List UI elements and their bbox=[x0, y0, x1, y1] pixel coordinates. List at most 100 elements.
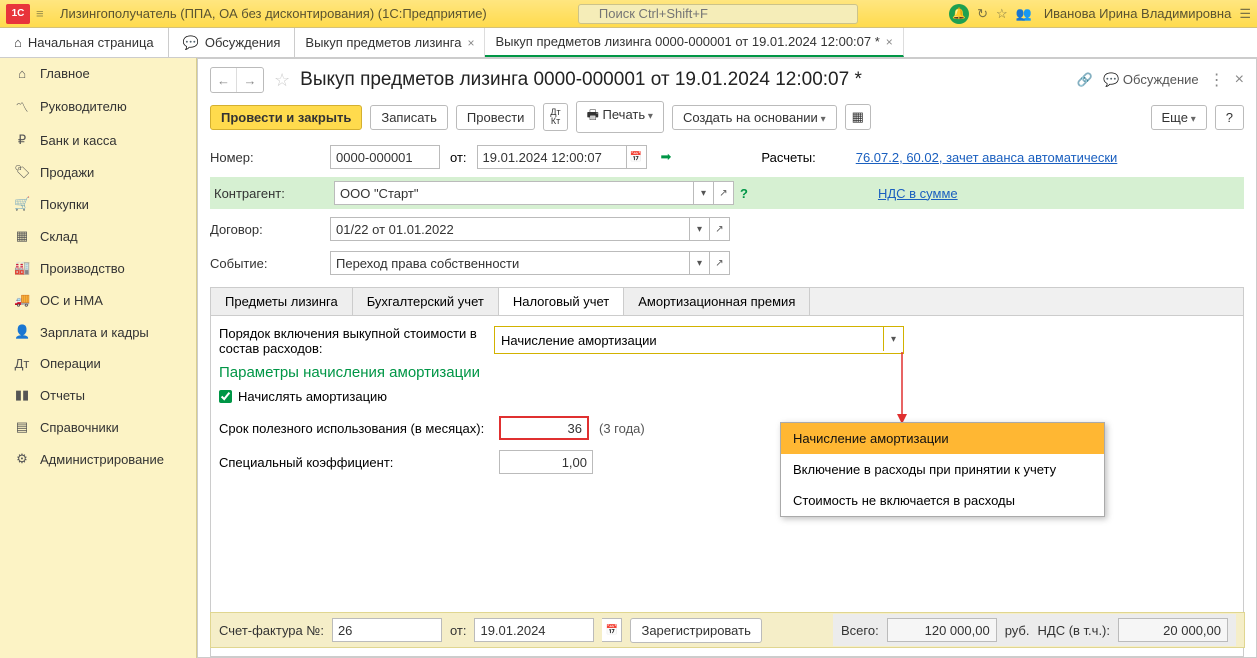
nav-arrows[interactable]: ←→ bbox=[210, 67, 264, 93]
event-label: Событие: bbox=[210, 256, 330, 271]
accrue-checkbox-input[interactable] bbox=[219, 390, 232, 403]
print-button[interactable]: 🖶 Печать bbox=[576, 101, 664, 133]
tab-doc-list[interactable]: Выкуп предметов лизинга× bbox=[295, 28, 485, 57]
sidebar-item[interactable]: ▦Склад bbox=[0, 220, 196, 252]
settlements-label: Расчеты: bbox=[761, 150, 815, 165]
warehouse-icon: ▦ bbox=[14, 228, 30, 244]
history-icon[interactable]: ↻ bbox=[977, 6, 988, 22]
layout-button[interactable]: ▦ bbox=[845, 104, 871, 130]
close-icon[interactable]: × bbox=[1235, 71, 1244, 89]
sidebar-item[interactable]: 👤Зарплата и кадры bbox=[0, 316, 196, 348]
link-icon[interactable]: 🔗 bbox=[1077, 72, 1093, 88]
sidebar-item[interactable]: 🏭Производство bbox=[0, 252, 196, 284]
app-title: Лизингополучатель (ППА, ОА без дисконтир… bbox=[60, 6, 487, 21]
open-icon[interactable]: ↗ bbox=[710, 251, 730, 275]
sidebar-item[interactable]: ₽Банк и касса bbox=[0, 124, 196, 156]
open-icon[interactable]: ↗ bbox=[714, 181, 734, 205]
chevron-down-icon[interactable]: ▾ bbox=[883, 327, 903, 351]
counterparty-input[interactable] bbox=[334, 181, 694, 205]
sidebar-item[interactable]: ДтОперации bbox=[0, 348, 196, 379]
sidebar-item[interactable]: ▮▮Отчеты bbox=[0, 379, 196, 411]
post-button[interactable]: Провести bbox=[456, 105, 536, 130]
logo-1c: 1C bbox=[6, 4, 30, 24]
panel-toggle-icon[interactable]: ☰ bbox=[1239, 6, 1251, 22]
window-tabs: ⌂Начальная страница 💬Обсуждения Выкуп пр… bbox=[0, 28, 1257, 58]
bank-icon: ₽ bbox=[14, 132, 30, 148]
tab-home[interactable]: ⌂Начальная страница bbox=[0, 28, 169, 57]
help-hint-icon[interactable]: ? bbox=[740, 186, 748, 201]
users-icon[interactable]: 👥 bbox=[1016, 6, 1032, 22]
post-and-close-button[interactable]: Провести и закрыть bbox=[210, 105, 362, 130]
close-icon[interactable]: × bbox=[467, 36, 474, 50]
inner-tabstrip: Предметы лизинга Бухгалтерский учет Нало… bbox=[210, 287, 1244, 315]
dropdown-option[interactable]: Начисление амортизации bbox=[781, 423, 1104, 454]
accrue-checkbox[interactable]: Начислять амортизацию bbox=[219, 389, 1235, 404]
titlebar: 1C ≡ Лизингополучатель (ППА, ОА без диск… bbox=[0, 0, 1257, 28]
truck-icon: 🚚 bbox=[14, 292, 30, 308]
document-title: Выкуп предметов лизинга 0000-000001 от 1… bbox=[300, 69, 862, 91]
date-input[interactable] bbox=[477, 145, 627, 169]
event-input[interactable] bbox=[330, 251, 690, 275]
sidebar-item[interactable]: ⌂Главное bbox=[0, 58, 196, 89]
order-select-input[interactable] bbox=[495, 327, 883, 353]
contract-input[interactable] bbox=[330, 217, 690, 241]
create-based-button[interactable]: Создать на основании bbox=[672, 105, 837, 130]
kebab-icon[interactable]: ⋮ bbox=[1209, 70, 1225, 90]
number-input[interactable] bbox=[330, 145, 440, 169]
invoice-date-input[interactable] bbox=[474, 618, 594, 642]
chevron-down-icon[interactable]: ▾ bbox=[694, 181, 714, 205]
tab-tax[interactable]: Налоговый учет bbox=[499, 288, 624, 316]
open-icon[interactable]: ↗ bbox=[710, 217, 730, 241]
tab-leasing-items[interactable]: Предметы лизинга bbox=[211, 288, 353, 315]
calendar-icon[interactable]: 📅 bbox=[602, 618, 622, 642]
home-icon: ⌂ bbox=[14, 35, 22, 50]
coeff-label: Специальный коэффициент: bbox=[219, 455, 499, 470]
tab-discussions[interactable]: 💬Обсуждения bbox=[169, 28, 296, 57]
global-search[interactable] bbox=[578, 4, 858, 24]
forward-icon[interactable]: → bbox=[237, 68, 263, 92]
bell-icon[interactable]: 🔔 bbox=[949, 4, 969, 24]
close-icon[interactable]: × bbox=[886, 35, 893, 49]
register-button[interactable]: Зарегистрировать bbox=[630, 618, 761, 643]
tab-doc-current[interactable]: Выкуп предметов лизинга 0000-000001 от 1… bbox=[485, 28, 903, 57]
useful-life-label: Срок полезного использования (в месяцах)… bbox=[219, 421, 499, 436]
save-button[interactable]: Записать bbox=[370, 105, 448, 130]
settlements-link[interactable]: 76.07.2, 60.02, зачет аванса автоматичес… bbox=[856, 150, 1118, 165]
sidebar-item[interactable]: 〽Руководителю bbox=[0, 89, 196, 124]
user-name[interactable]: Иванова Ирина Владимировна bbox=[1044, 6, 1232, 21]
burger-icon[interactable]: ≡ bbox=[36, 6, 52, 21]
star-icon[interactable]: ☆ bbox=[996, 6, 1008, 22]
toolbar: Провести и закрыть Записать Провести Дт … bbox=[210, 101, 1244, 133]
calendar-icon[interactable]: 📅 bbox=[627, 145, 647, 169]
help-button[interactable]: ? bbox=[1215, 105, 1244, 130]
dropdown-option[interactable]: Включение в расходы при принятии к учету bbox=[781, 454, 1104, 485]
order-label: Порядок включения выкупной стоимости в с… bbox=[219, 326, 494, 356]
chevron-down-icon[interactable]: ▾ bbox=[690, 217, 710, 241]
posted-icon: ➡ bbox=[661, 149, 672, 165]
sidebar: ⌂Главное 〽Руководителю ₽Банк и касса 🏷Пр… bbox=[0, 58, 197, 658]
search-input[interactable] bbox=[578, 4, 858, 24]
sidebar-item[interactable]: ⚙Администрирование bbox=[0, 443, 196, 475]
chevron-down-icon[interactable]: ▾ bbox=[690, 251, 710, 275]
tab-accounting[interactable]: Бухгалтерский учет bbox=[353, 288, 499, 315]
more-button[interactable]: Еще bbox=[1151, 105, 1207, 130]
sidebar-item[interactable]: 🚚ОС и НМА bbox=[0, 284, 196, 316]
document-form: ←→ ☆ Выкуп предметов лизинга 0000-000001… bbox=[197, 58, 1257, 658]
factory-icon: 🏭 bbox=[14, 260, 30, 276]
vat-link[interactable]: НДС в сумме bbox=[878, 186, 958, 201]
back-icon[interactable]: ← bbox=[211, 68, 237, 92]
sidebar-item[interactable]: ▤Справочники bbox=[0, 411, 196, 443]
sidebar-item[interactable]: 🏷Продажи bbox=[0, 156, 196, 188]
favorite-star-icon[interactable]: ☆ bbox=[274, 70, 290, 91]
cart-icon: 🛒 bbox=[14, 196, 30, 212]
order-select[interactable]: ▾ bbox=[494, 326, 904, 354]
invoice-number-input[interactable] bbox=[332, 618, 442, 642]
useful-life-input[interactable] bbox=[499, 416, 589, 440]
dropdown-option[interactable]: Стоимость не включается в расходы bbox=[781, 485, 1104, 516]
tab-depreciation-bonus[interactable]: Амортизационная премия bbox=[624, 288, 810, 315]
dtkt-button[interactable]: Дт Кт bbox=[543, 103, 567, 131]
sidebar-item[interactable]: 🛒Покупки bbox=[0, 188, 196, 220]
discussion-button[interactable]: 💬 Обсуждение bbox=[1103, 72, 1199, 88]
bars-icon: ▮▮ bbox=[14, 387, 30, 403]
coeff-input[interactable] bbox=[499, 450, 593, 474]
